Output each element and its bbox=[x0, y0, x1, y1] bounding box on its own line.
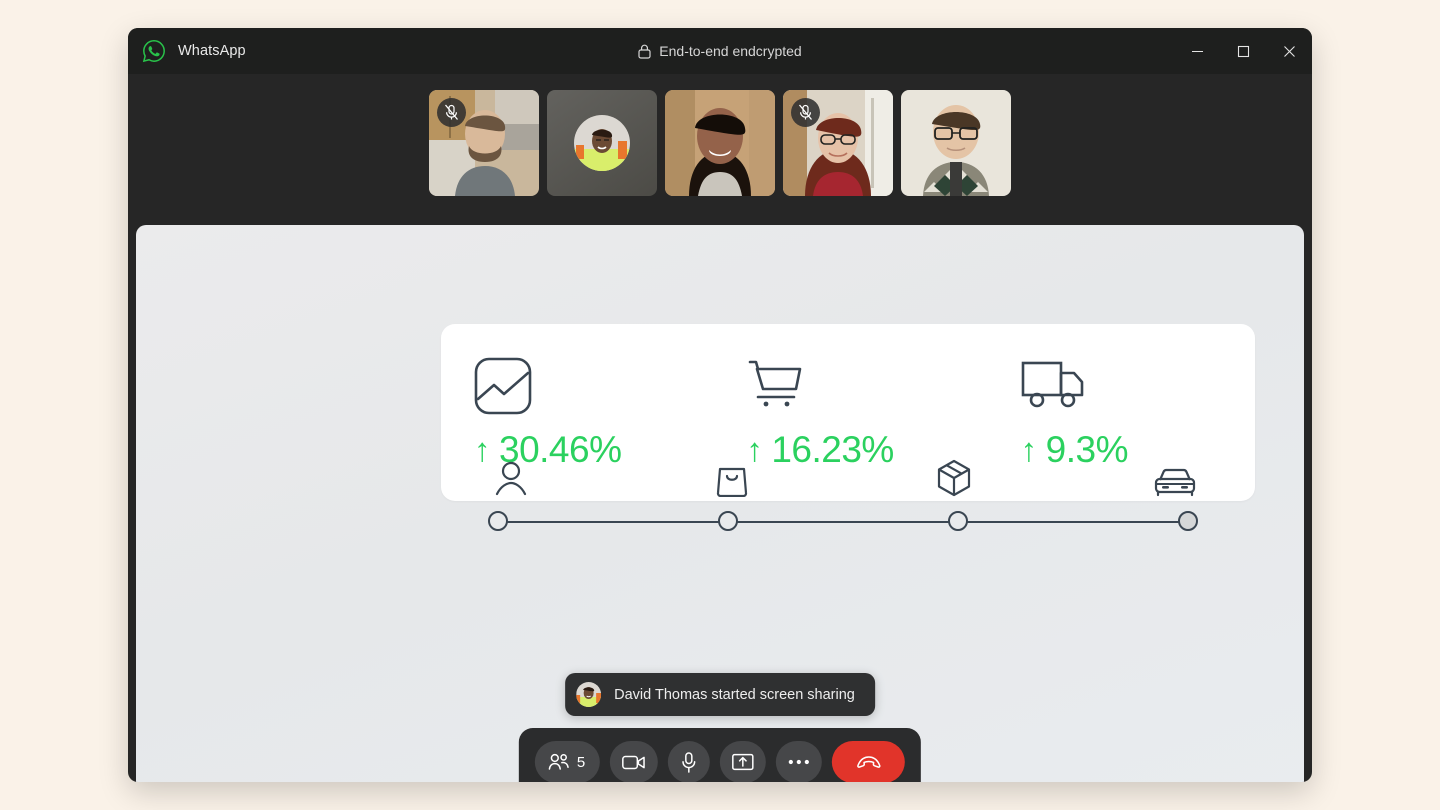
participant-thumbnail[interactable] bbox=[783, 89, 893, 196]
participant-avatar bbox=[574, 114, 630, 171]
phone-hangup-icon bbox=[856, 756, 881, 768]
app-title: WhatsApp bbox=[178, 43, 246, 59]
video-camera-icon bbox=[622, 755, 646, 769]
screen-share-icon bbox=[732, 753, 754, 771]
microphone-muted-icon bbox=[444, 104, 459, 120]
microphone-muted-icon bbox=[798, 104, 813, 120]
package-box-icon bbox=[931, 459, 977, 497]
people-icon bbox=[548, 753, 569, 770]
more-options-button[interactable] bbox=[776, 741, 823, 782]
delivery-truck-icon bbox=[1021, 355, 1255, 417]
participant-thumbnail[interactable] bbox=[547, 89, 657, 196]
user-icon bbox=[488, 461, 534, 497]
title-bar-left: WhatsApp bbox=[128, 39, 246, 63]
camera-button[interactable] bbox=[610, 741, 659, 782]
muted-badge bbox=[791, 97, 820, 127]
microphone-button[interactable] bbox=[668, 741, 711, 782]
call-control-bar: 5 bbox=[518, 728, 922, 782]
participant-thumbnail-strip bbox=[128, 74, 1312, 211]
funnel-stepper bbox=[488, 453, 1198, 543]
end-call-button[interactable] bbox=[832, 741, 906, 782]
shopping-bag-icon bbox=[709, 463, 755, 497]
shopping-cart-icon bbox=[746, 355, 980, 417]
participant-thumbnail[interactable] bbox=[901, 89, 1011, 196]
participant-video bbox=[665, 89, 775, 196]
maximize-button[interactable] bbox=[1220, 28, 1266, 74]
encryption-label: End-to-end endcrypted bbox=[659, 43, 802, 59]
whatsapp-window: WhatsApp End-to-end endcrypted ↑ 30.46% … bbox=[128, 28, 1312, 782]
participant-thumbnail[interactable] bbox=[429, 89, 539, 196]
share-screen-button[interactable] bbox=[720, 741, 767, 782]
stepper-icon-row bbox=[488, 453, 1198, 497]
shared-screen-panel: ↑ 30.46% ↑ 16.23% ↑ 9.3% David Thomas st… bbox=[136, 225, 1304, 782]
encryption-indicator: End-to-end endcrypted bbox=[128, 43, 1312, 59]
toast-message: David Thomas started screen sharing bbox=[614, 686, 855, 703]
lock-icon bbox=[638, 44, 651, 59]
minimize-button[interactable] bbox=[1174, 28, 1220, 74]
microphone-icon bbox=[682, 751, 696, 773]
stepper-dot[interactable] bbox=[718, 511, 738, 531]
toast-avatar bbox=[576, 682, 602, 707]
whatsapp-icon bbox=[142, 39, 166, 63]
stepper-dot[interactable] bbox=[1178, 511, 1198, 531]
participant-thumbnail[interactable] bbox=[665, 89, 775, 196]
participants-count: 5 bbox=[576, 753, 586, 771]
screen-share-toast: David Thomas started screen sharing bbox=[565, 673, 875, 716]
stepper-dot-row bbox=[488, 511, 1198, 531]
stepper-dot[interactable] bbox=[948, 511, 968, 531]
participant-video bbox=[901, 89, 1011, 196]
muted-badge bbox=[437, 97, 466, 127]
car-icon bbox=[1152, 467, 1198, 497]
title-bar: WhatsApp End-to-end endcrypted bbox=[128, 28, 1312, 74]
ellipsis-icon bbox=[789, 759, 810, 765]
close-button[interactable] bbox=[1266, 28, 1312, 74]
stepper-dot[interactable] bbox=[488, 511, 508, 531]
chart-image-icon bbox=[474, 355, 708, 417]
participants-button[interactable]: 5 bbox=[534, 741, 601, 782]
window-controls bbox=[1174, 28, 1312, 74]
